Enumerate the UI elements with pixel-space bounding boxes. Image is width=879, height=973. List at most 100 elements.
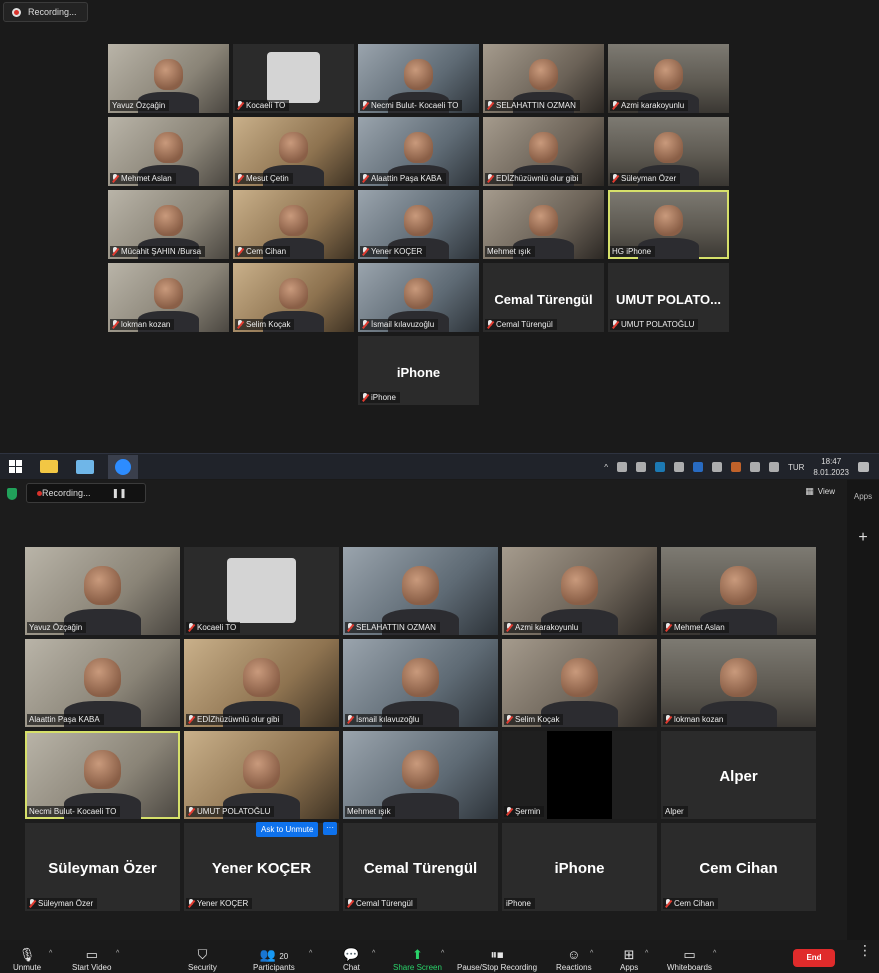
participant-tile[interactable]: Süleyman Özer [608,117,729,186]
audio-options-chevron-icon[interactable]: ^ [49,950,52,957]
apps-sidebar: Apps + [847,480,879,950]
participant-tile[interactable]: UMUT POLATO... UMUT POLATOĞLU [608,263,729,332]
recording-indicator[interactable]: Recording... ❚❚ [26,483,146,503]
participant-tile[interactable]: Yener KOÇER [358,190,479,259]
participant-tile[interactable]: Alper Alper [661,731,816,819]
participant-name: Cem Cihan [674,899,715,908]
reactions-button[interactable]: ☺ Reactions ^ [556,947,593,972]
participant-tile[interactable]: lokman kozan [108,263,229,332]
participant-face [653,59,683,90]
add-app-icon[interactable]: + [847,529,879,547]
participant-tile[interactable]: EDİZhüzüwnlü olur gibi [483,117,604,186]
bluetooth-icon[interactable] [692,462,703,472]
participant-face [403,205,433,236]
view-button[interactable]: ▦ View [805,486,835,497]
tray-app-icon-6[interactable] [730,462,741,472]
participant-tile[interactable]: Yavuz Özçağin [25,547,180,635]
whiteboards-button[interactable]: ▭ Whiteboards ^ [667,947,716,972]
security-shield-icon[interactable] [7,488,17,500]
share-screen-button[interactable]: ⬆ Share Screen ^ [393,947,444,972]
wifi-icon[interactable] [749,462,760,472]
tile-more-options-button[interactable]: ··· [323,822,337,835]
unmute-button[interactable]: 🎙 Unmute ^ [13,947,52,972]
participant-tile[interactable]: Cemal Türengül Cemal Türengül [343,823,498,911]
participant-name-tag: Kocaeli TO [235,100,290,111]
participant-tile[interactable]: Alaattin Paşa KABA [25,639,180,727]
clock[interactable]: 18:47 8.01.2023 [813,456,849,478]
participant-tile[interactable]: Cemal Türengül Cemal Türengül [483,263,604,332]
notepad-icon[interactable] [76,459,94,474]
participant-tile[interactable]: Yavuz Özçağin [108,44,229,113]
participant-tile[interactable]: Süleyman Özer Süleyman Özer [25,823,180,911]
participant-name-tag: Yener KOÇER [186,898,253,909]
top-gallery: Yavuz Özçağin Kocaeli TO Necmi Bulut- Koca… [108,44,733,405]
participant-name-tag: Cemal Türengül [345,898,417,909]
participant-tile[interactable]: UMUT POLATOĞLU [184,731,339,819]
security-button[interactable]: ⛉ Security [188,947,217,972]
participants-button[interactable]: 👥 20 Participants ^ [253,947,312,972]
volume-icon[interactable] [768,462,779,472]
reactions-chevron-icon[interactable]: ^ [590,950,593,957]
windows-start-icon[interactable] [9,460,22,473]
pause-recording-icon[interactable]: ❚❚ [112,488,127,499]
chat-chevron-icon[interactable]: ^ [372,950,375,957]
participant-name-tag: SELAHATTIN OZMAN [345,622,440,633]
participant-tile[interactable]: Selim Koçak [502,639,657,727]
participant-tile[interactable]: iPhone iPhone [502,823,657,911]
recording-label: Recording... [28,7,77,17]
end-meeting-button[interactable]: End [793,949,835,967]
participant-tile[interactable]: HG iPhone [608,190,729,259]
participant-tile[interactable]: Şermin [502,731,657,819]
participant-tile[interactable]: Mücahit ŞAHIN /Bursa [108,190,229,259]
participants-chevron-icon[interactable]: ^ [309,950,312,957]
pause-stop-recording-button[interactable]: ⏸⏹ Pause/Stop Recording [457,947,537,972]
participant-tile[interactable]: Mehmet Aslan [661,547,816,635]
participant-tile[interactable]: iPhone iPhone [358,336,479,405]
participant-tile[interactable]: Mesut Çetin [233,117,354,186]
participant-tile[interactable]: Necmi Bulut- Kocaeli TO [358,44,479,113]
participant-tile[interactable]: EDİZhüzüwnlü olur gibi [184,639,339,727]
chevron-up-icon[interactable]: ^ [604,463,608,472]
participant-tile[interactable]: Selim Koçak [233,263,354,332]
participant-tile[interactable]: Necmi Bulut- Kocaeli TO [25,731,180,819]
more-options-icon[interactable]: ⋮ [858,942,872,959]
language-indicator[interactable]: TUR [788,463,804,472]
participant-tile[interactable]: İsmail kılavuzoğlu [358,263,479,332]
participant-tile[interactable]: lokman kozan [661,639,816,727]
chat-button[interactable]: 💬 Chat ^ [343,947,375,972]
notification-icon[interactable] [858,462,869,472]
participant-tile[interactable]: Kocaeli TO [233,44,354,113]
participant-tile[interactable]: Azmi karakoyunlu [608,44,729,113]
start-video-button[interactable]: ▭ Start Video ^ [72,947,119,972]
participant-tile[interactable]: Cem Cihan Cem Cihan [661,823,816,911]
participant-tile[interactable]: Mehmet ışık [343,731,498,819]
video-options-chevron-icon[interactable]: ^ [116,950,119,957]
participant-tile[interactable]: SELAHATTIN OZMAN [343,547,498,635]
apps-label[interactable]: Apps [847,492,879,501]
tray-app-icon-4[interactable] [673,462,684,472]
participant-tile[interactable]: İsmail kılavuzoğlu [343,639,498,727]
participant-name-tag: iPhone [504,898,535,909]
ask-to-unmute-button[interactable]: Ask to Unmute [256,822,319,837]
apps-button[interactable]: ⊞ Apps ^ [620,947,648,972]
tray-app-icon[interactable] [616,462,627,472]
zoom-taskbar-button[interactable] [108,454,138,479]
recording-indicator[interactable]: Recording... [3,2,88,22]
whiteboards-chevron-icon[interactable]: ^ [713,950,716,957]
muted-mic-icon [612,320,618,329]
file-explorer-icon[interactable] [40,460,58,473]
participant-tile[interactable]: Kocaeli TO [184,547,339,635]
participant-tile[interactable]: Azmi karakoyunlu [502,547,657,635]
participant-tile[interactable]: Cem Cihan [233,190,354,259]
tray-app-icon-5[interactable] [711,462,722,472]
participant-tile[interactable]: Mehmet ışık [483,190,604,259]
tray-app-icon-2[interactable] [635,462,646,472]
apps-chevron-icon[interactable]: ^ [645,950,648,957]
tray-app-icon-3[interactable] [654,462,665,472]
participant-tile[interactable]: Alaattin Paşa KABA [358,117,479,186]
muted-mic-icon [237,174,243,183]
share-chevron-icon[interactable]: ^ [441,950,444,957]
participant-tile[interactable]: Mehmet Aslan [108,117,229,186]
muted-mic-icon [665,623,671,632]
participant-tile[interactable]: SELAHATTIN OZMAN [483,44,604,113]
